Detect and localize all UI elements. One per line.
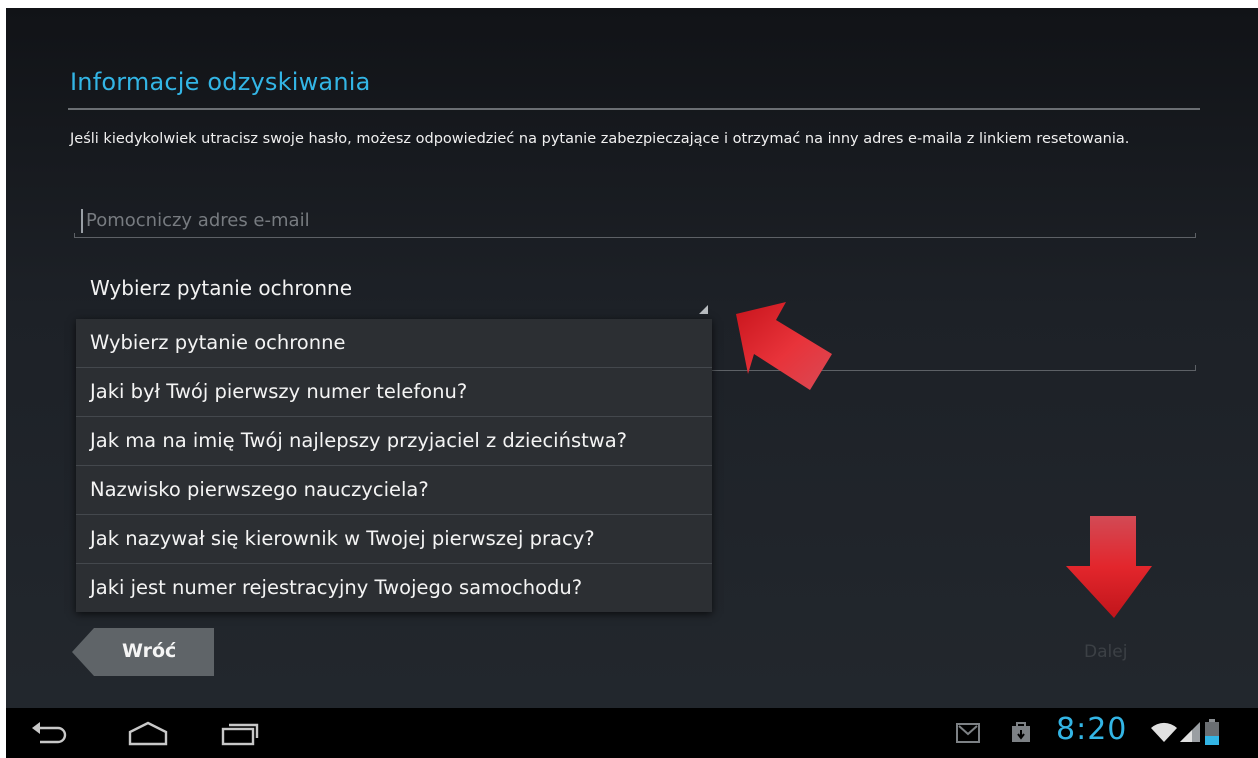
security-question-dropdown: Wybierz pytanie ochronne Jaki był Twój p…	[76, 319, 712, 612]
dropdown-option[interactable]: Nazwisko pierwszego nauczyciela?	[76, 466, 712, 515]
wifi-icon	[1151, 722, 1177, 742]
signal-icon	[1180, 722, 1200, 742]
input-underline	[74, 237, 1196, 238]
security-question-selected: Wybierz pytanie ochronne	[90, 276, 353, 300]
home-icon[interactable]	[126, 720, 170, 746]
annotation-arrow-down-icon	[1066, 516, 1152, 618]
text-cursor	[81, 209, 83, 233]
battery-icon	[1205, 719, 1219, 745]
back-button-label: Wróć	[122, 640, 177, 662]
security-question-spinner[interactable]: Wybierz pytanie ochronne	[74, 268, 708, 318]
input-underline-tick-left	[74, 233, 75, 238]
dropdown-option[interactable]: Wybierz pytanie ochronne	[76, 319, 712, 368]
dropdown-option[interactable]: Jak ma na imię Twój najlepszy przyjaciel…	[76, 417, 712, 466]
back-icon[interactable]	[30, 720, 70, 746]
recent-apps-icon[interactable]	[220, 720, 260, 746]
system-navigation-bar: 8:20	[6, 708, 1258, 758]
section-title: Informacje odzyskiwania	[70, 68, 371, 96]
answer-underline-tick	[1195, 365, 1196, 370]
annotation-arrow-up-icon	[736, 302, 832, 390]
download-icon	[1012, 722, 1030, 742]
input-underline-tick-right	[1195, 233, 1196, 238]
dropdown-option[interactable]: Jaki jest numer rejestracyjny Twojego sa…	[76, 564, 712, 612]
clock: 8:20	[1056, 712, 1128, 747]
secondary-email-input[interactable]: Pomocniczy adres e-mail	[74, 204, 1196, 238]
recovery-description: Jeśli kiedykolwiek utracisz swoje hasło,…	[70, 131, 1130, 147]
dropdown-option[interactable]: Jaki był Twój pierwszy numer telefonu?	[76, 368, 712, 417]
dropdown-option[interactable]: Jak nazywał się kierownik w Twojej pierw…	[76, 515, 712, 564]
gmail-icon	[956, 723, 980, 743]
title-divider	[68, 108, 1200, 110]
secondary-email-placeholder: Pomocniczy adres e-mail	[86, 210, 310, 231]
spinner-corner-icon	[699, 305, 708, 314]
setup-screen: Informacje odzyskiwania Jeśli kiedykolwi…	[6, 8, 1258, 758]
back-button[interactable]: Wróć	[72, 628, 214, 676]
next-button[interactable]: Dalej	[1084, 642, 1127, 662]
